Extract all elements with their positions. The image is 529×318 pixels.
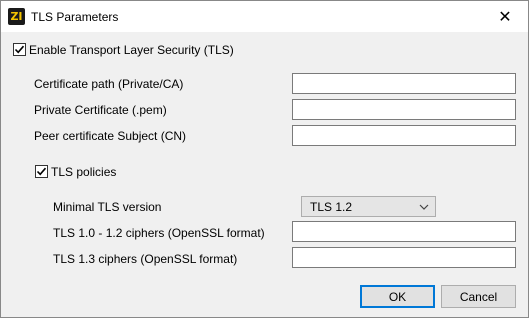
tls-policies-checkbox[interactable]	[35, 165, 48, 178]
peer-subject-input[interactable]	[292, 125, 516, 146]
private-certificate-input[interactable]	[292, 99, 516, 120]
app-logo-icon: ZI	[8, 8, 25, 25]
min-tls-version-value: TLS 1.2	[310, 199, 353, 214]
certificate-path-label: Certificate path (Private/CA)	[34, 77, 184, 91]
ciphers-12-label: TLS 1.0 - 1.2 ciphers (OpenSSL format)	[53, 226, 265, 240]
window-title: TLS Parameters	[31, 10, 119, 24]
close-button[interactable]: ✕	[482, 1, 528, 32]
certificate-path-input[interactable]	[292, 73, 516, 94]
min-tls-version-label: Minimal TLS version	[53, 200, 162, 214]
checkmark-icon	[36, 167, 47, 176]
ciphers-13-label: TLS 1.3 ciphers (OpenSSL format)	[53, 252, 238, 266]
tls-parameters-dialog: ZI TLS Parameters ✕ Enable Transport Lay…	[0, 0, 529, 318]
checkmark-icon	[14, 45, 25, 54]
enable-tls-label: Enable Transport Layer Security (TLS)	[29, 43, 234, 57]
close-icon: ✕	[498, 7, 512, 26]
ciphers-12-input[interactable]	[292, 221, 516, 242]
ok-button[interactable]: OK	[360, 285, 435, 308]
min-tls-version-select[interactable]: TLS 1.2	[301, 196, 436, 217]
private-certificate-label: Private Certificate (.pem)	[34, 103, 167, 117]
enable-tls-checkbox[interactable]	[13, 43, 26, 56]
tls-policies-label: TLS policies	[51, 165, 117, 179]
peer-subject-label: Peer certificate Subject (CN)	[34, 129, 187, 143]
title-bar: ZI TLS Parameters ✕	[1, 1, 528, 32]
cancel-button[interactable]: Cancel	[441, 285, 516, 308]
chevron-down-icon	[419, 204, 429, 210]
dialog-body: Enable Transport Layer Security (TLS) Ce…	[1, 32, 528, 317]
ciphers-13-input[interactable]	[292, 247, 516, 268]
